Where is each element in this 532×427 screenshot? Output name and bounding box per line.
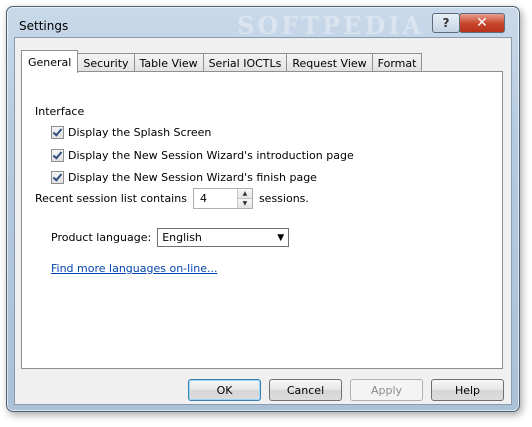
product-language-value: English xyxy=(162,231,202,244)
cancel-button[interactable]: Cancel xyxy=(269,379,342,401)
wizard-intro-label: Display the New Session Wizard's introdu… xyxy=(68,149,354,162)
wizard-finish-checkbox[interactable] xyxy=(51,171,64,184)
chevron-down-icon[interactable]: ▼ xyxy=(277,233,284,243)
spinner-up-icon[interactable]: ▲ xyxy=(237,189,252,199)
wizard-finish-option[interactable]: Display the New Session Wizard's finish … xyxy=(51,171,317,184)
recent-sessions-suffix: sessions. xyxy=(258,192,309,205)
recent-sessions-spinner[interactable]: 4 ▲ ▼ xyxy=(192,188,253,209)
spinner-down-icon[interactable]: ▼ xyxy=(237,199,252,208)
general-tab-panel: Interface Display the Splash Screen Disp… xyxy=(21,71,503,369)
help-title-button[interactable]: ? xyxy=(432,13,460,33)
tab-security[interactable]: Security xyxy=(77,53,135,72)
product-language-label: Product language: xyxy=(51,231,152,244)
splash-screen-label: Display the Splash Screen xyxy=(68,126,212,139)
ok-button[interactable]: OK xyxy=(188,379,261,401)
dialog-body: General Security Table View Serial IOCTL… xyxy=(14,37,512,405)
tab-strip: General Security Table View Serial IOCTL… xyxy=(21,50,423,73)
wizard-intro-checkbox[interactable] xyxy=(51,149,64,162)
splash-screen-checkbox[interactable] xyxy=(51,126,64,139)
recent-sessions-row: Recent session list contains 4 ▲ ▼ sessi… xyxy=(35,188,309,209)
tab-request-view[interactable]: Request View xyxy=(286,53,373,72)
recent-sessions-prefix: Recent session list contains xyxy=(35,192,187,205)
product-language-row: Product language: English ▼ xyxy=(51,228,290,247)
tab-serial-ioctls[interactable]: Serial IOCTLs xyxy=(202,53,288,72)
interface-group-label: Interface xyxy=(35,105,85,118)
window-title: Settings xyxy=(19,19,69,33)
splash-screen-option[interactable]: Display the Splash Screen xyxy=(51,126,211,139)
wizard-intro-option[interactable]: Display the New Session Wizard's introdu… xyxy=(51,149,354,162)
help-button[interactable]: Help xyxy=(431,379,504,401)
recent-sessions-value[interactable]: 4 xyxy=(194,189,237,208)
close-button[interactable]: ✕ xyxy=(459,13,505,33)
spinner-buttons: ▲ ▼ xyxy=(236,189,252,208)
settings-dialog: Settings SOFTPEDIA ? ✕ General Security … xyxy=(6,6,520,412)
tab-format[interactable]: Format xyxy=(371,53,423,72)
tab-table-view[interactable]: Table View xyxy=(133,53,204,72)
find-languages-link[interactable]: Find more languages on-line... xyxy=(51,262,217,275)
tab-general[interactable]: General xyxy=(21,50,79,73)
wizard-finish-label: Display the New Session Wizard's finish … xyxy=(68,171,317,184)
product-language-select[interactable]: English ▼ xyxy=(157,228,290,247)
watermark-logo: SOFTPEDIA xyxy=(237,11,425,40)
title-bar[interactable]: Settings SOFTPEDIA ? ✕ xyxy=(7,7,519,40)
apply-button[interactable]: Apply xyxy=(350,379,423,401)
